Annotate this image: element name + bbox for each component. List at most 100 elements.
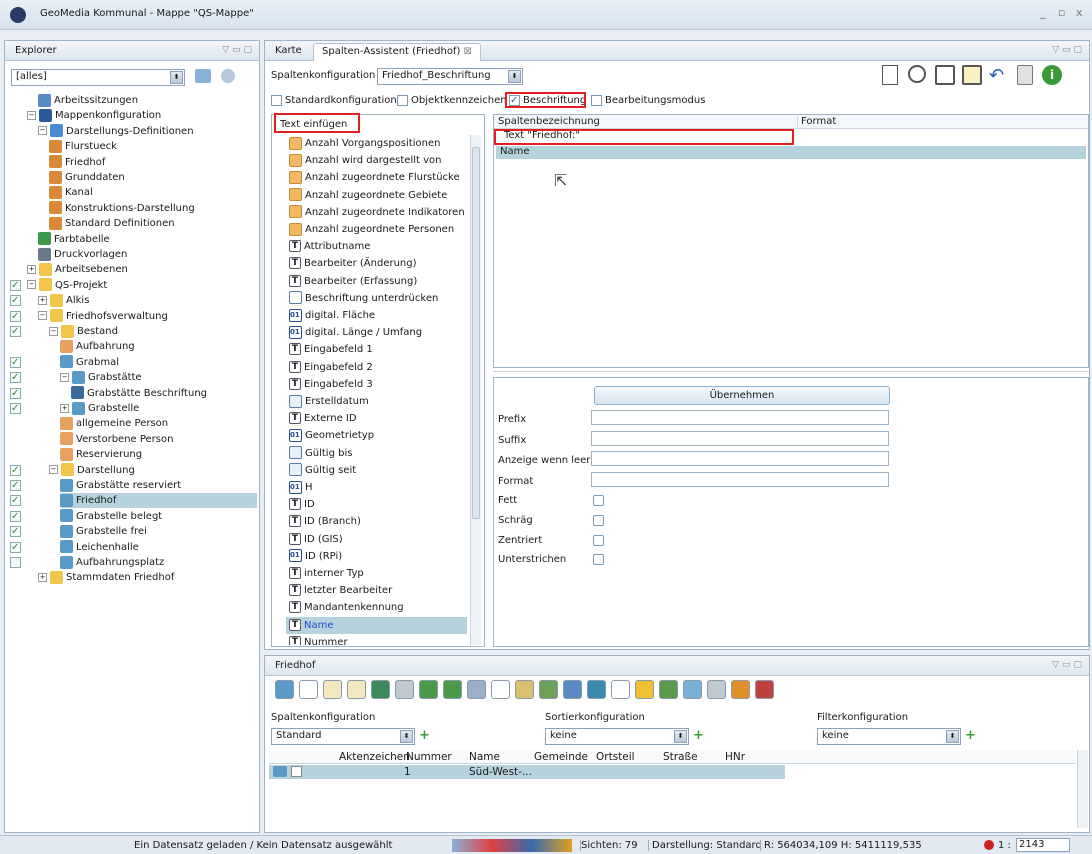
close-tab-icon[interactable]: ⊠ [464, 46, 472, 57]
tab-karte[interactable]: Karte [267, 43, 310, 61]
tree-item[interactable]: Konstruktions-Darstellung [49, 201, 195, 216]
apply-button[interactable]: Übernehmen [594, 386, 890, 405]
save-as-icon[interactable] [962, 65, 982, 85]
visibility-checkbox[interactable]: ✓ [10, 387, 21, 399]
col-ortsteil[interactable]: Ortsteil [596, 751, 635, 763]
delete-icon[interactable] [395, 680, 414, 699]
filter-icon[interactable] [515, 680, 534, 699]
attribute-item[interactable]: Anzahl zugeordnete Personen [286, 221, 467, 238]
visibility-checkbox[interactable]: ✓ [10, 526, 21, 538]
checkbox-bearbeitungsmodus[interactable]: Bearbeitungsmodus [591, 94, 705, 106]
attribute-item[interactable]: T Bearbeiter (Änderung) [286, 255, 467, 272]
col-nummer[interactable]: Nummer [406, 751, 452, 763]
new-icon[interactable] [299, 680, 318, 699]
attribute-item[interactable]: T Eingabefeld 3 [286, 376, 467, 393]
visibility-checkbox[interactable]: ✓ [10, 403, 21, 414]
fire-icon[interactable] [731, 680, 750, 699]
add-icon[interactable]: + [693, 728, 704, 743]
visibility-checkbox[interactable]: ✓ [10, 495, 21, 507]
visibility-checkbox[interactable]: ✓ [10, 541, 21, 553]
close-button[interactable]: x [1076, 6, 1083, 19]
undo-icon[interactable]: ↶ [989, 67, 1004, 85]
explorer-tab[interactable]: Explorer [7, 43, 65, 61]
search-icon[interactable] [491, 680, 510, 699]
view-controls-icon[interactable]: ▽▭▢ [1052, 660, 1085, 670]
empty-display-input[interactable] [591, 451, 889, 466]
tree-item[interactable]: Standard Definitionen [49, 216, 175, 231]
attribute-item[interactable]: 01 ID (RPi) [286, 548, 467, 565]
suffix-input[interactable] [591, 431, 889, 446]
tree-item[interactable]: − QS-Projekt [27, 278, 107, 293]
refresh-icon[interactable] [221, 69, 235, 83]
center-checkbox[interactable] [593, 535, 604, 546]
table-row[interactable]: 1 Süd-West-... [269, 765, 785, 779]
attribute-item[interactable]: 01 H [286, 479, 467, 496]
prefix-input[interactable] [591, 410, 889, 425]
grid-icon[interactable] [563, 680, 582, 699]
chevron-down-icon[interactable]: ⬍ [946, 730, 959, 743]
tree-item[interactable]: Aufbahrungsplatz [60, 555, 164, 570]
edit-multi-icon[interactable] [347, 680, 366, 699]
disconnect-icon[interactable] [443, 680, 462, 699]
tree-item[interactable]: Verstorbene Person [60, 432, 173, 447]
expand-icon[interactable]: + [27, 264, 36, 274]
tree-item[interactable]: Grabstätte Beschriftung [71, 386, 207, 401]
table-scrollbar[interactable] [1077, 750, 1088, 828]
select-icon[interactable] [659, 680, 678, 699]
export-icon[interactable] [371, 680, 390, 699]
collapse-icon[interactable]: − [27, 280, 36, 290]
chevron-down-icon[interactable]: ⬍ [170, 71, 183, 84]
collapse-icon[interactable]: − [49, 465, 58, 475]
tree-item[interactable]: − Darstellungs-Definitionen [38, 124, 194, 139]
tree-item[interactable]: + Grabstelle [60, 401, 139, 416]
route-icon[interactable] [683, 680, 702, 699]
visibility-checkbox[interactable]: ✓ [10, 510, 21, 522]
attribute-item[interactable]: Gültig seit [286, 462, 467, 479]
tree-item[interactable]: Grabstelle belegt [60, 509, 162, 524]
view-controls-icon[interactable]: ▽▭▢ [222, 45, 255, 55]
spalten-config-select[interactable]: Standard ⬍ [271, 728, 415, 745]
tree-item[interactable]: − Grabstätte [60, 370, 142, 385]
visibility-checkbox[interactable]: ✓ [10, 326, 21, 337]
attribute-item[interactable]: T Bearbeiter (Erfassung) [286, 273, 467, 290]
tree-item[interactable]: Farbtabelle [38, 232, 110, 247]
tab-spalten-assistent[interactable]: Spalten-Assistent (Friedhof) ⊠ [313, 43, 481, 61]
save-icon[interactable] [935, 65, 955, 85]
tree-item[interactable]: Druckvorlagen [38, 247, 127, 262]
attribute-item[interactable]: 01 digital. Länge / Umfang [286, 324, 467, 341]
expand-icon[interactable]: + [38, 572, 47, 582]
link-icon[interactable] [707, 680, 726, 699]
attribute-item[interactable]: Anzahl zugeordnete Indikatoren [286, 204, 467, 221]
attribute-item[interactable]: T ID (Branch) [286, 513, 467, 530]
query-icon[interactable] [467, 680, 486, 699]
expand-icon[interactable]: + [38, 295, 47, 305]
visibility-checkbox[interactable]: ✓ [10, 356, 21, 368]
tree-item[interactable]: Aufbahrung [60, 339, 135, 354]
col-gemeinde[interactable]: Gemeinde [534, 751, 588, 763]
tree-item[interactable]: − Friedhofsverwaltung [38, 309, 168, 324]
visibility-checkbox[interactable]: ✓ [10, 464, 21, 476]
attribute-item[interactable]: T Attributname [286, 238, 467, 255]
clear-icon[interactable] [755, 680, 774, 699]
col-hnr[interactable]: HNr [725, 751, 745, 763]
attribute-item[interactable]: Tinterner Typ [286, 565, 467, 582]
column-row-name[interactable]: Name [496, 146, 1086, 159]
attribute-item[interactable]: Tletzter Bearbeiter [286, 582, 467, 599]
tree-item[interactable]: − Bestand [49, 324, 118, 339]
attribute-scrollbar[interactable] [470, 135, 481, 645]
maximize-button[interactable]: ▫ [1058, 6, 1065, 19]
new-document-icon[interactable] [882, 65, 898, 85]
delete-icon[interactable] [1017, 65, 1033, 85]
tree-item[interactable]: Flurstueck [49, 139, 117, 154]
attribute-item[interactable]: 01 Geometrietyp [286, 427, 467, 444]
attribute-item[interactable]: T Eingabefeld 1 [286, 341, 467, 358]
show-map-icon[interactable] [275, 680, 294, 699]
tree-item[interactable]: − Darstellung [49, 463, 135, 478]
connect-icon[interactable] [419, 680, 438, 699]
checkbox-box[interactable] [397, 94, 408, 106]
collapse-icon[interactable]: − [38, 126, 47, 136]
format-input[interactable] [591, 472, 889, 487]
tree-item[interactable]: Grabmal [60, 355, 119, 370]
attribute-item[interactable]: T Name [286, 616, 467, 634]
tree-item[interactable]: Reservierung [60, 447, 142, 462]
